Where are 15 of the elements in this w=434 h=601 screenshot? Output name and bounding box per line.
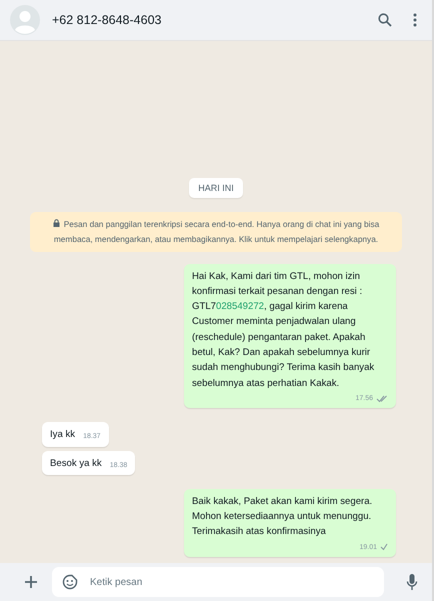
date-label: HARI INI <box>189 178 243 198</box>
lock-icon <box>52 218 60 227</box>
encryption-notice[interactable]: Pesan dan panggilan terenkripsi secara end-to-end. Hanya orang di chat ini yang bisa membaca, mendengarkan, atau membagikannya. Klik untuk mempelajari selengkapnya. <box>30 212 402 252</box>
search-icon[interactable] <box>378 13 392 27</box>
menu-icon[interactable] <box>412 13 418 27</box>
microphone-icon[interactable] <box>406 573 418 591</box>
tracking-link[interactable]: 028549272 <box>216 301 264 312</box>
message-text: Baik kakak, Paket akan kami kirim segera. Mohon ketersediaannya untuk menunggu. Terimakasih atas konfirmasinya <box>192 494 374 540</box>
contact-name: +62 812-8648-4603 <box>52 13 162 27</box>
add-icon[interactable] <box>24 575 38 589</box>
message-text: Besok ya kk <box>50 456 102 471</box>
sticker-icon[interactable] <box>62 574 78 590</box>
message-text: Iya kk <box>50 428 76 442</box>
message-text: Hai Kak, Kami dari tim GTL, mohon izin konfirmasi terkait pesanan dengan resi : GTL7028549272, gagal kirim karena Customer meminta penjadwalan ulang (reschedule) pengantaran paket. Apakah betul, Kak? Dan apakah sebelumnya kurir sudah menghubungi? Terima kasih banyak sebelumnya atas perhatian Kakak. <box>192 270 376 391</box>
composer-field[interactable]: Ketik pesan <box>52 567 384 597</box>
